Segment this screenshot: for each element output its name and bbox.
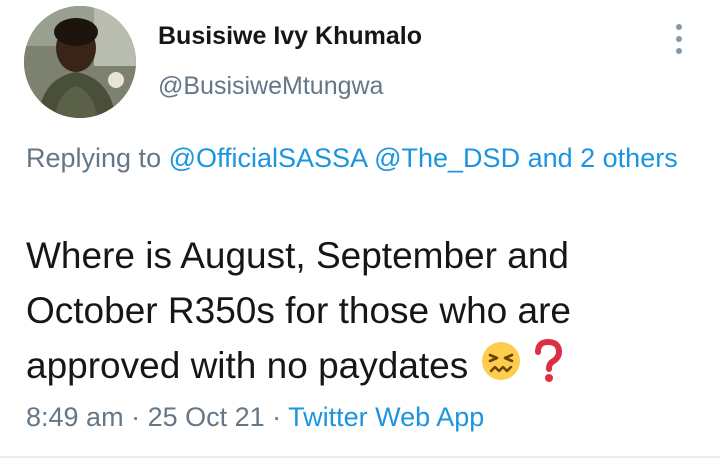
reply-others-link[interactable]: and 2 others xyxy=(528,143,678,173)
avatar[interactable] xyxy=(24,6,136,118)
tweet-time[interactable]: 8:49 am xyxy=(26,402,124,432)
reply-context: Replying to @OfficialSASSA @The_DSD and … xyxy=(26,140,686,177)
tweet-text: Where is August, September and October R… xyxy=(26,228,706,398)
red-question-mark-icon xyxy=(533,338,563,398)
avatar-photo xyxy=(24,6,136,118)
tweet-footer: 8:49 am · 25 Oct 21 · Twitter Web App xyxy=(26,402,484,433)
vertical-ellipsis-dot xyxy=(676,48,682,54)
tweet-card: Busisiwe Ivy Khumalo @BusisiweMtungwa Re… xyxy=(0,0,720,458)
footer-separator: · xyxy=(123,402,148,432)
tweet-date[interactable]: 25 Oct 21 xyxy=(148,402,265,432)
mention-link-sassa[interactable]: @OfficialSASSA xyxy=(169,143,367,173)
vertical-ellipsis-icon xyxy=(676,24,682,30)
user-handle[interactable]: @BusisiweMtungwa xyxy=(158,72,383,101)
reply-prefix: Replying to xyxy=(26,143,169,173)
persevering-face-icon xyxy=(479,339,523,398)
more-options-button[interactable] xyxy=(664,22,694,56)
footer-separator-2: · xyxy=(264,402,289,432)
tweet-source-link[interactable]: Twitter Web App xyxy=(288,402,484,432)
vertical-ellipsis-dot xyxy=(676,36,682,42)
display-name[interactable]: Busisiwe Ivy Khumalo xyxy=(158,22,422,51)
mention-link-dsd[interactable]: @The_DSD xyxy=(374,143,520,173)
